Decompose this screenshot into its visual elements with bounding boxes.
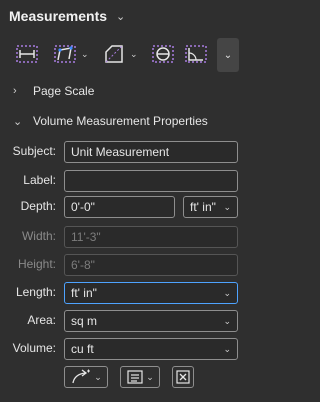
width-row: Width: 11'-3": [0, 226, 245, 248]
polylength-tool-button[interactable]: ⌄: [52, 40, 89, 68]
panel-title: Measurements: [9, 8, 108, 24]
label-row: Label:: [0, 170, 245, 192]
chevron-down-icon: ⌄: [223, 343, 231, 354]
angle-tool-button[interactable]: [183, 40, 209, 68]
angle-tool-icon: [185, 45, 207, 63]
chevron-down-icon: ⌄: [223, 49, 233, 61]
leader-style-button[interactable]: ⌄: [64, 366, 108, 388]
label-label: Label:: [23, 173, 56, 187]
chevron-down-icon: ⌄: [223, 287, 231, 298]
text-align-button[interactable]: ⌄: [120, 366, 160, 388]
volume-unit-select[interactable]: cu ft ⌄: [64, 338, 238, 360]
volume-row: Volume: cu ft ⌄: [0, 338, 245, 360]
height-label: Height:: [17, 257, 56, 271]
section-page-scale[interactable]: › Page Scale: [0, 80, 245, 102]
chevron-down-icon[interactable]: ⌄: [130, 49, 138, 60]
length-label: Length:: [15, 285, 56, 299]
depth-field[interactable]: 0'-0": [64, 196, 175, 218]
chevron-down-icon[interactable]: ⌄: [81, 49, 89, 60]
height-row: Height: 6'-8": [0, 254, 245, 276]
area-row: Area: sq m ⌄: [0, 310, 245, 332]
toolbar-overflow-button[interactable]: ⌄: [217, 38, 239, 72]
depth-label: Depth:: [20, 199, 56, 213]
length-tool-icon: [16, 45, 38, 63]
length-unit-value: ft' in": [71, 286, 97, 300]
chevron-down-icon: ⌄: [94, 371, 102, 382]
close-button[interactable]: [172, 366, 194, 388]
text-align-icon: [127, 370, 143, 384]
area-tool-icon: [105, 45, 123, 63]
height-field: 6'-8": [64, 254, 238, 276]
section-volume-properties-label: Volume Measurement Properties: [33, 114, 208, 128]
area-unit-select[interactable]: sq m ⌄: [64, 310, 238, 332]
chevron-down-icon[interactable]: ⌄: [116, 10, 125, 23]
area-tool-button[interactable]: ⌄: [101, 40, 138, 68]
chevron-down-icon: ⌄: [146, 371, 154, 382]
perimeter-tool-icon: [152, 45, 174, 63]
panel-header[interactable]: Measurements ⌄: [0, 0, 245, 32]
area-unit-value: sq m: [71, 314, 98, 328]
chevron-right-icon: ›: [13, 85, 17, 97]
section-page-scale-label: Page Scale: [33, 84, 95, 98]
subject-field[interactable]: Unit Measurement: [64, 141, 238, 163]
section-volume-properties[interactable]: ⌄ Volume Measurement Properties: [0, 110, 245, 132]
width-field: 11'-3": [64, 226, 238, 248]
area-label: Area:: [27, 313, 56, 327]
leader-line-icon: [72, 369, 91, 384]
volume-label: Volume:: [12, 341, 56, 355]
close-icon: [176, 370, 190, 384]
depth-unit-value: ft' in": [190, 200, 216, 214]
volume-unit-value: cu ft: [71, 342, 94, 356]
length-row: Length: ft' in" ⌄: [0, 282, 245, 304]
subject-row: Subject: Unit Measurement: [0, 141, 245, 163]
bottom-actions: ⌄ ⌄: [64, 366, 194, 388]
depth-unit-select[interactable]: ft' in" ⌄: [183, 196, 238, 218]
width-label: Width:: [21, 229, 56, 243]
perimeter-tool-button[interactable]: [150, 40, 176, 68]
length-tool-button[interactable]: [14, 40, 40, 68]
chevron-down-icon: ⌄: [13, 115, 23, 128]
chevron-down-icon: ⌄: [223, 315, 231, 326]
subject-label: Subject:: [12, 144, 56, 158]
polylength-tool-icon: [54, 45, 76, 63]
depth-row: Depth: 0'-0" ft' in" ⌄: [0, 196, 245, 218]
length-unit-select[interactable]: ft' in" ⌄: [64, 282, 238, 304]
measurement-toolbar: ⌄ ⌄ ⌄: [0, 36, 245, 74]
chevron-down-icon: ⌄: [223, 201, 231, 212]
label-field[interactable]: [64, 170, 238, 192]
